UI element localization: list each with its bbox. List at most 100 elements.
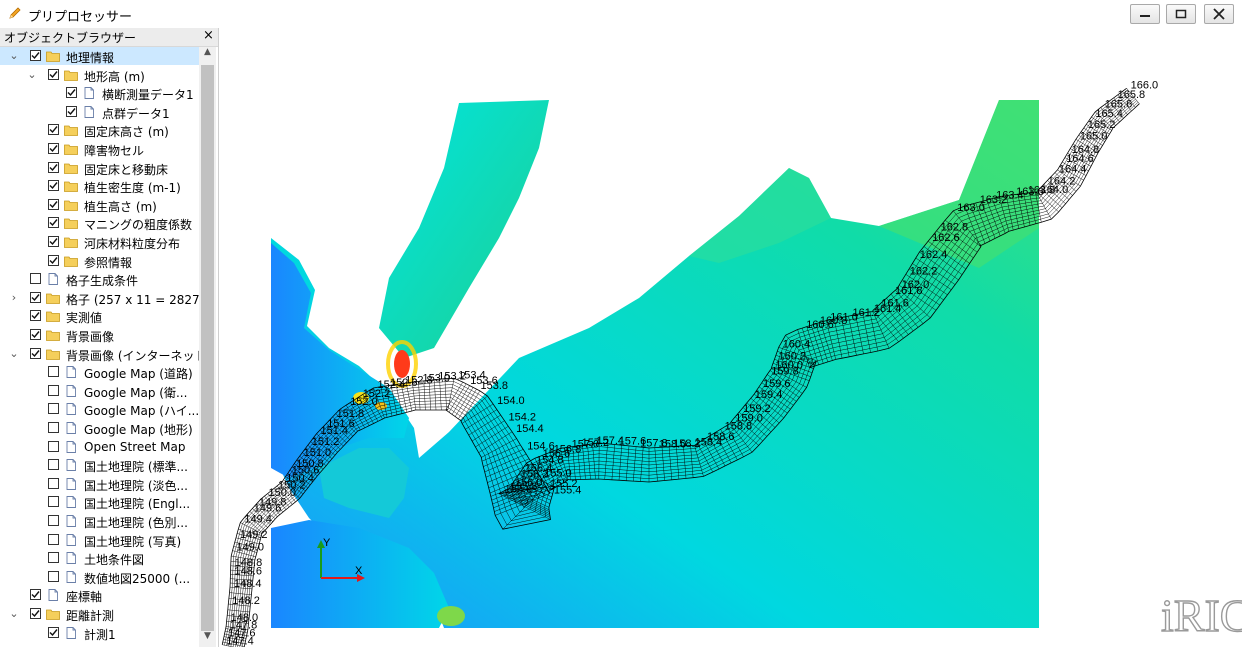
visibility-checkbox[interactable] <box>48 143 59 154</box>
folder-icon <box>64 217 78 230</box>
collapse-arrow-icon[interactable]: ⌄ <box>26 68 38 82</box>
visibility-checkbox[interactable] <box>48 236 59 247</box>
tree-item[interactable]: 国土地理院 (淡色... <box>0 475 199 493</box>
visibility-checkbox[interactable] <box>48 440 59 452</box>
scroll-up-icon[interactable]: ▲ <box>199 47 216 63</box>
folder-icon <box>46 50 60 62</box>
tree-item[interactable]: 点群データ1 <box>0 103 199 121</box>
visibility-checkbox[interactable] <box>48 124 59 136</box>
map-canvas[interactable]: 166.0 165.8 165.6 165.4 165.2 165.0 164.8 164.6… <box>219 28 1242 647</box>
visibility-checkbox[interactable] <box>48 217 59 229</box>
visibility-checkbox[interactable] <box>48 180 59 192</box>
tree-item[interactable]: Google Map (ハイ... <box>0 400 199 418</box>
visibility-checkbox[interactable] <box>30 329 41 340</box>
visibility-checkbox[interactable] <box>48 626 59 638</box>
tree-item[interactable]: 障害物セル <box>0 140 199 158</box>
visibility-checkbox[interactable] <box>30 273 41 285</box>
tree-item[interactable]: ⌄ 地理情報 <box>0 47 199 65</box>
tree-item[interactable]: ⌄ 距離計測 <box>0 605 199 623</box>
panel-close-icon[interactable]: × <box>203 28 214 43</box>
tree-item[interactable]: 格子生成条件 <box>0 270 199 288</box>
document-icon <box>82 105 96 118</box>
window-title-bar: プリプロセッサー <box>0 0 1242 29</box>
tree-item[interactable]: Open Street Map <box>0 438 199 456</box>
scroll-down-icon[interactable]: ▼ <box>199 631 216 647</box>
visibility-checkbox[interactable] <box>48 384 59 396</box>
close-icon <box>1213 8 1225 20</box>
visibility-checkbox[interactable] <box>66 105 77 117</box>
collapse-arrow-icon[interactable]: ⌄ <box>8 607 20 621</box>
cross-section-label: 160.6 <box>806 319 834 331</box>
tree-item[interactable]: 計測1 <box>0 624 199 642</box>
tree-item[interactable]: 植生高さ (m) <box>0 196 199 214</box>
visibility-checkbox[interactable] <box>30 347 41 359</box>
tree-item-label: Open Street Map <box>84 439 186 454</box>
tree-item[interactable]: 固定床と移動床 <box>0 159 199 177</box>
folder-icon <box>46 292 60 304</box>
tree-item[interactable]: 固定床高さ (m) <box>0 121 199 139</box>
tree-item-label: 地形高 (m) <box>84 69 145 84</box>
folder-icon <box>64 180 78 193</box>
visibility-checkbox[interactable] <box>48 533 59 545</box>
collapse-arrow-icon[interactable]: ⌄ <box>8 347 20 361</box>
document-icon <box>64 496 78 509</box>
cross-section-label: 154.0 <box>497 395 525 407</box>
tree-item[interactable]: マニングの粗度係数 <box>0 214 199 232</box>
tree-item[interactable]: 国土地理院 (色別... <box>0 512 199 530</box>
expand-arrow-icon[interactable]: › <box>8 291 20 305</box>
tree-item[interactable]: 数値地図25000 (... <box>0 568 199 586</box>
tree-scrollbar[interactable]: ▲ ▼ <box>199 47 216 647</box>
object-browser-header: オブジェクトブラウザー × <box>0 28 218 47</box>
visibility-checkbox[interactable] <box>48 403 59 415</box>
document-icon <box>82 87 96 100</box>
scrollbar-thumb[interactable] <box>201 65 214 631</box>
visibility-checkbox[interactable] <box>48 515 59 526</box>
tree-item[interactable]: Google Map (地形) <box>0 419 199 437</box>
tree-item[interactable]: 国土地理院 (Engl... <box>0 493 199 511</box>
tree-item[interactable]: › 格子 (257 x 11 = 2827) <box>0 289 199 307</box>
visibility-checkbox[interactable] <box>48 254 59 266</box>
tree-item[interactable]: 植生密生度 (m-1) <box>0 177 199 195</box>
visibility-checkbox[interactable] <box>48 366 59 378</box>
visibility-checkbox[interactable] <box>48 161 59 173</box>
document-icon <box>64 515 78 527</box>
tree-item[interactable]: 河床材料粒度分布 <box>0 233 199 251</box>
visibility-checkbox[interactable] <box>48 422 59 433</box>
tree-item[interactable]: 実測値 <box>0 307 199 325</box>
cross-section-label: 162.6 <box>932 232 960 244</box>
visibility-checkbox[interactable] <box>30 310 41 322</box>
tree-item[interactable]: 土地条件図 <box>0 549 199 567</box>
cross-section-label: 149.2 <box>240 529 268 541</box>
close-button[interactable] <box>1204 4 1234 24</box>
visibility-checkbox[interactable] <box>48 496 59 508</box>
collapse-arrow-icon[interactable]: ⌄ <box>8 49 20 63</box>
visibility-checkbox[interactable] <box>30 50 41 61</box>
visibility-checkbox[interactable] <box>48 68 59 80</box>
visibility-checkbox[interactable] <box>48 552 59 564</box>
tree-item[interactable]: Google Map (道路) <box>0 363 199 381</box>
visibility-checkbox[interactable] <box>48 459 59 471</box>
maximize-button[interactable] <box>1166 4 1196 24</box>
tree-item[interactable]: 参照情報 <box>0 252 199 270</box>
visibility-checkbox[interactable] <box>30 608 41 619</box>
cross-section-label: 159.8 <box>771 366 799 378</box>
visibility-checkbox[interactable] <box>30 589 41 601</box>
tree-item[interactable]: ⌄ 地形高 (m) <box>0 66 199 84</box>
tree-item[interactable]: 背景画像 <box>0 326 199 344</box>
tree-item[interactable]: 国土地理院 (写真) <box>0 531 199 549</box>
visibility-checkbox[interactable] <box>48 198 59 210</box>
tree-item[interactable]: 座標軸 <box>0 586 199 604</box>
folder-icon <box>64 162 78 174</box>
tree-item[interactable]: ⌄ 背景画像 (インターネット) <box>0 345 199 363</box>
tree-item[interactable]: 国土地理院 (標準... <box>0 456 199 474</box>
visibility-checkbox[interactable] <box>48 570 59 582</box>
logo-text: iRIC <box>1161 590 1242 641</box>
cross-section-label: 155.6 <box>505 484 533 496</box>
tree-item[interactable]: 横断測量データ1 <box>0 84 199 102</box>
folder-icon <box>64 236 78 248</box>
visibility-checkbox[interactable] <box>48 477 59 489</box>
minimize-button[interactable] <box>1130 4 1160 24</box>
visibility-checkbox[interactable] <box>66 87 77 99</box>
visibility-checkbox[interactable] <box>30 291 41 303</box>
tree-item[interactable]: Google Map (衛... <box>0 382 199 400</box>
